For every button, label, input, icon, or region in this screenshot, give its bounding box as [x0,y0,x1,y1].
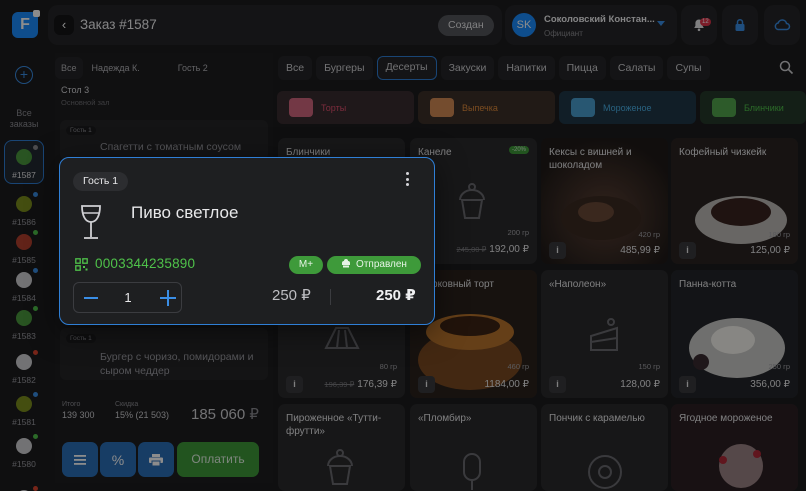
kitchen-status-label: Отправлен [356,259,407,270]
increase-quantity-button[interactable] [160,290,176,306]
more-options-icon[interactable] [403,172,411,189]
unit-price: 250 ₽ [272,287,311,304]
product-title: Пиво светлое [131,203,239,222]
quantity-stepper: 1 [73,282,182,313]
quantity-value[interactable]: 1 [121,290,135,305]
order-item-modal: Гость 1 Пиво светлое 0003344235890 M+ От… [59,157,435,325]
kitchen-status-badge: Отправлен [327,256,421,274]
barcode-icon [75,258,88,271]
size-badge: M+ [289,256,323,274]
price-divider [330,289,331,305]
guest-badge[interactable]: Гость 1 [73,172,129,191]
wine-glass-icon [81,205,101,239]
product-code: 0003344235890 [95,256,196,271]
decrease-quantity-button[interactable] [84,297,98,299]
chef-icon [342,259,351,268]
line-total: 250 ₽ [376,287,416,304]
